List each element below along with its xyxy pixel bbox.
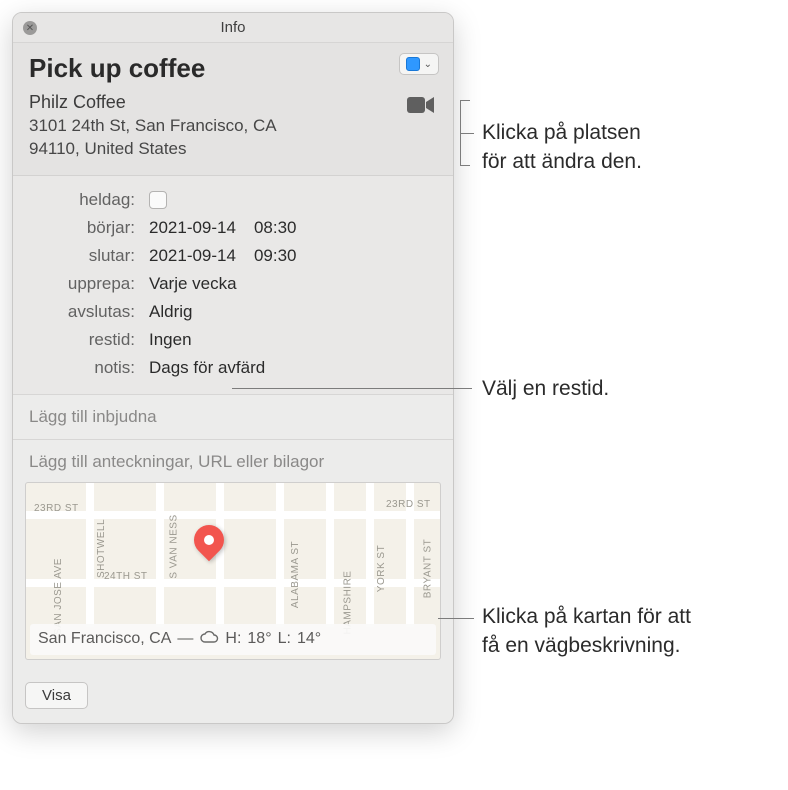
footer: Visa <box>13 672 453 723</box>
callout-lead-map <box>438 618 474 619</box>
weather-lo-label: L: <box>278 630 291 648</box>
allday-checkbox[interactable] <box>149 191 167 209</box>
map-label-alabama: ALABAMA ST <box>290 541 301 608</box>
map-label-24th: 24TH ST <box>104 571 148 582</box>
callout-lead-travel <box>232 388 472 389</box>
map-label-bryant: BRYANT ST <box>422 539 433 599</box>
weather-sep: — <box>177 630 193 648</box>
notes-field[interactable]: Lägg till anteckningar, URL eller bilago… <box>25 452 441 482</box>
starts-label: börjar: <box>29 218 135 238</box>
alert-label: notis: <box>29 358 135 378</box>
event-info-popover: ✕ Info Pick up coffee ⌄ Philz Coffee 310… <box>12 12 454 724</box>
row-travel: restid: Ingen <box>29 326 437 354</box>
repeat-value[interactable]: Varje vecka <box>149 274 237 294</box>
row-endrepeat: avslutas: Aldrig <box>29 298 437 326</box>
callout-location: Klicka på platsen för att ändra den. <box>482 118 642 177</box>
map-label-23rd-right: 23RD ST <box>386 499 431 510</box>
cloud-icon <box>199 630 219 649</box>
repeat-label: upprepa: <box>29 274 135 294</box>
weather-hi: 18° <box>247 630 271 648</box>
allday-label: heldag: <box>29 190 135 210</box>
row-starts: börjar: 2021-09-14 08:30 <box>29 214 437 242</box>
event-header: Pick up coffee ⌄ Philz Coffee 3101 24th … <box>13 43 453 176</box>
weather-city: San Francisco, CA <box>38 630 171 648</box>
invitees-field[interactable]: Lägg till inbjudna <box>13 395 453 440</box>
row-ends: slutar: 2021-09-14 09:30 <box>29 242 437 270</box>
window-title: Info <box>220 19 245 36</box>
video-camera-icon[interactable] <box>407 95 435 120</box>
callout-map: Klicka på kartan för att få en vägbeskri… <box>482 602 691 661</box>
callout-location-line2: för att ändra den. <box>482 147 642 176</box>
weather-lo: 14° <box>297 630 321 648</box>
show-button[interactable]: Visa <box>25 682 88 709</box>
endrepeat-value[interactable]: Aldrig <box>149 302 192 322</box>
notes-section: Lägg till anteckningar, URL eller bilago… <box>13 440 453 672</box>
map-label-shotwell: SHOTWELL <box>96 519 107 578</box>
travel-value[interactable]: Ingen <box>149 330 192 350</box>
location-address-line1[interactable]: 3101 24th St, San Francisco, CA <box>29 115 437 138</box>
row-allday: heldag: <box>29 186 437 214</box>
callout-lead-location <box>460 133 474 134</box>
map-label-svanness: S VAN NESS <box>169 514 180 578</box>
ends-time[interactable]: 09:30 <box>254 246 297 266</box>
ends-label: slutar: <box>29 246 135 266</box>
map-label-york: YORK ST <box>376 545 387 592</box>
starts-date[interactable]: 2021-09-14 <box>149 218 236 238</box>
map-preview[interactable]: 23RD ST 23RD ST 24TH ST S VAN NESS SHOTW… <box>25 482 441 660</box>
callout-map-line2: få en vägbeskrivning. <box>482 631 691 660</box>
row-repeat: upprepa: Varje vecka <box>29 270 437 298</box>
callout-travel: Välj en restid. <box>482 374 609 403</box>
details-section: heldag: börjar: 2021-09-14 08:30 slutar:… <box>13 176 453 395</box>
weather-bar: San Francisco, CA — H: 18° L: 14° <box>30 624 436 655</box>
starts-time[interactable]: 08:30 <box>254 218 297 238</box>
calendar-picker[interactable]: ⌄ <box>399 53 439 75</box>
weather-hi-label: H: <box>225 630 241 648</box>
location-address-line2[interactable]: 94110, United States <box>29 138 437 161</box>
titlebar: ✕ Info <box>13 13 453 43</box>
travel-label: restid: <box>29 330 135 350</box>
endrepeat-label: avslutas: <box>29 302 135 322</box>
close-button[interactable]: ✕ <box>23 21 37 35</box>
alert-value[interactable]: Dags för avfärd <box>149 358 265 378</box>
callout-location-line1: Klicka på platsen <box>482 118 642 147</box>
calendar-color-swatch <box>406 57 420 71</box>
ends-date[interactable]: 2021-09-14 <box>149 246 236 266</box>
event-title[interactable]: Pick up coffee <box>29 53 437 84</box>
location-name[interactable]: Philz Coffee <box>29 92 437 113</box>
chevron-down-icon: ⌄ <box>424 59 432 70</box>
callout-map-line1: Klicka på kartan för att <box>482 602 691 631</box>
map-label-23rd-left: 23RD ST <box>34 503 79 514</box>
row-alert: notis: Dags för avfärd <box>29 354 437 382</box>
